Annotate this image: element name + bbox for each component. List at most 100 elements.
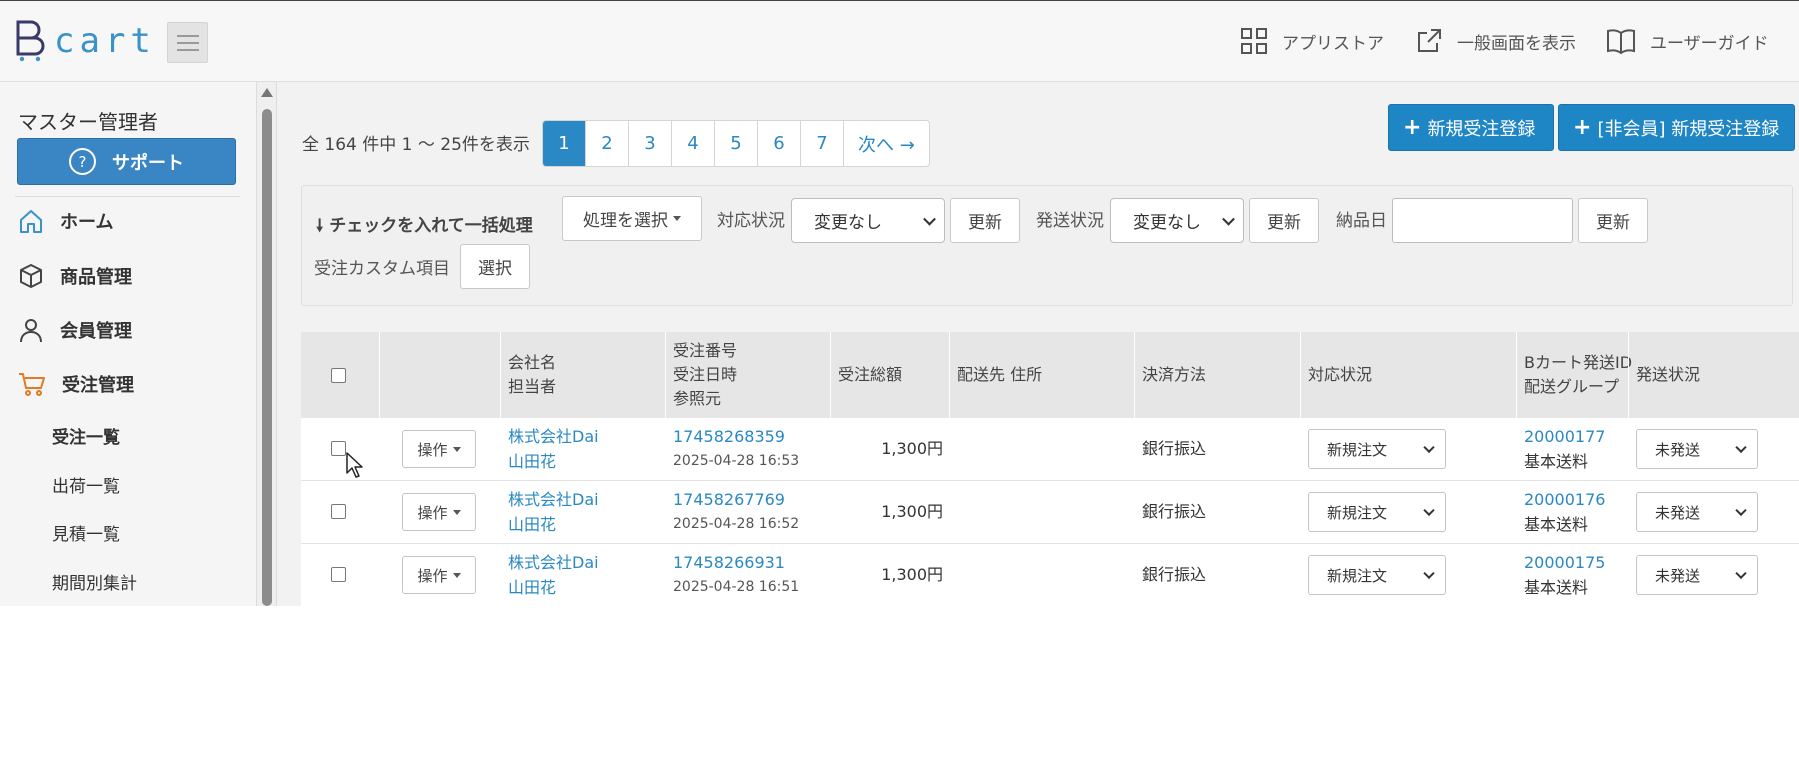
support-button[interactable]: ? サポート: [17, 138, 236, 185]
page-7[interactable]: 7: [801, 121, 844, 166]
arrow-down-icon: 🠗: [316, 216, 324, 236]
row-status-select[interactable]: 新規注文: [1308, 555, 1446, 595]
sidebar-item-orders[interactable]: 受注管理: [18, 367, 134, 401]
row-ship-status-value: 未発送: [1655, 503, 1701, 522]
shipping-update-button[interactable]: 更新: [1249, 198, 1319, 243]
row-status-select[interactable]: 新規注文: [1308, 492, 1446, 532]
caret-down-icon: [452, 572, 461, 578]
row-action-button[interactable]: 操作: [402, 493, 476, 531]
row-action-button[interactable]: 操作: [402, 430, 476, 468]
status-label: 対応状況: [717, 211, 785, 231]
shipping-group: 基本送料: [1524, 515, 1589, 534]
bcart-logo-icon: [16, 20, 45, 62]
sidebar-subitem-period-summary[interactable]: 期間別集計: [52, 569, 137, 594]
sidebar-subitem-shipment-list[interactable]: 出荷一覧: [52, 472, 120, 497]
shipping-id-link[interactable]: 20000177: [1524, 424, 1605, 449]
sidebar-item-products[interactable]: 商品管理: [18, 259, 132, 293]
main-content: 全 164 件中 1 〜 25件を表示 1 2 3 4 5 6 7 次へ → +…: [278, 82, 1799, 606]
delivery-date-input[interactable]: [1392, 198, 1573, 243]
sidebar-subitem-quote-list[interactable]: 見積一覧: [52, 520, 120, 545]
row-checkbox[interactable]: [331, 441, 346, 456]
caret-down-icon: [673, 216, 681, 221]
process-select-dropdown[interactable]: 処理を選択: [562, 196, 702, 241]
order-number-link[interactable]: 17458267769: [673, 487, 799, 512]
next-page[interactable]: 次へ →: [844, 121, 929, 166]
bulk-shipping-select[interactable]: 変更なし: [1110, 198, 1244, 243]
row-action-label: 操作: [417, 440, 448, 459]
sidebar-scrollbar[interactable]: [257, 82, 277, 606]
row-checkbox[interactable]: [331, 567, 346, 582]
bulk-status-value: 変更なし: [814, 213, 882, 233]
new-guest-order-button[interactable]: + [非会員] 新規受注登録: [1558, 104, 1795, 151]
row-checkbox[interactable]: [331, 504, 346, 519]
person-link[interactable]: 山田花: [508, 575, 599, 600]
shipping-id-link[interactable]: 20000175: [1524, 550, 1605, 575]
header-order-no-label: 受注番号: [673, 341, 738, 360]
company-link[interactable]: 株式会社Dai: [508, 424, 599, 449]
company-cell: 株式会社Dai 山田花: [508, 487, 599, 537]
sidebar-item-home[interactable]: ホーム: [18, 204, 113, 238]
order-date: 2025-04-28 16:52: [673, 516, 800, 532]
shipping-id-cell: 20000175 基本送料: [1524, 550, 1605, 600]
sidebar-item-label: 会員管理: [60, 321, 132, 342]
total-cell: 1,300円: [881, 502, 943, 521]
shipping-id-link[interactable]: 20000176: [1524, 487, 1605, 512]
result-count: 全 164 件中 1 〜 25件を表示: [302, 135, 530, 155]
app-store-link[interactable]: アプリストア: [1240, 21, 1384, 61]
person-link[interactable]: 山田花: [508, 449, 599, 474]
bulk-title: 🠗 チェックを入れて一括処理: [316, 211, 533, 242]
header-ship-group-label: 配送グループ: [1524, 377, 1620, 396]
external-link-icon: [1418, 29, 1441, 52]
order-date: 2025-04-28 16:51: [673, 579, 800, 595]
status-update-button[interactable]: 更新: [950, 198, 1020, 243]
scroll-up-arrow-icon[interactable]: [261, 88, 273, 97]
row-status-select[interactable]: 新規注文: [1308, 429, 1446, 469]
logo-text: cart: [54, 21, 156, 61]
row-ship-status-select[interactable]: 未発送: [1636, 492, 1758, 532]
bulk-status-select[interactable]: 変更なし: [791, 198, 945, 243]
row-action-button[interactable]: 操作: [402, 556, 476, 594]
scroll-thumb[interactable]: [262, 109, 272, 606]
payment-cell: 銀行振込: [1142, 565, 1207, 584]
header-total-label: 受注総額: [838, 365, 903, 384]
page-4[interactable]: 4: [672, 121, 715, 166]
chevron-down-icon: [1735, 441, 1747, 454]
plus-icon: +: [1573, 115, 1592, 140]
page-3[interactable]: 3: [629, 121, 672, 166]
shipping-group: 基本送料: [1524, 452, 1589, 471]
select-all-checkbox[interactable]: [331, 368, 346, 383]
page-1[interactable]: 1: [543, 121, 586, 166]
new-order-button[interactable]: + 新規受注登録: [1388, 104, 1554, 151]
row-ship-status-select[interactable]: 未発送: [1636, 555, 1758, 595]
delivery-date-update-button[interactable]: 更新: [1578, 198, 1648, 243]
header-ship-id-label: Bカート発送ID: [1524, 353, 1633, 372]
book-icon: [1607, 29, 1635, 55]
company-link[interactable]: 株式会社Dai: [508, 487, 599, 512]
row-ship-status-select[interactable]: 未発送: [1636, 429, 1758, 469]
company-link[interactable]: 株式会社Dai: [508, 550, 599, 575]
order-number-link[interactable]: 17458266931: [673, 550, 799, 575]
view-public-link[interactable]: 一般画面を表示: [1415, 21, 1576, 61]
header-status-label: 対応状況: [1308, 365, 1373, 384]
bcart-logo[interactable]: cart: [16, 19, 156, 63]
order-number-link[interactable]: 17458268359: [673, 424, 799, 449]
user-guide-link[interactable]: ユーザーガイド: [1606, 21, 1769, 61]
header-company-label: 会社名: [508, 353, 557, 372]
chevron-down-icon: [1423, 567, 1435, 580]
delivery-date-label: 納品日: [1336, 211, 1387, 231]
page-6[interactable]: 6: [758, 121, 801, 166]
sidebar-subitem-order-list[interactable]: 受注一覧: [52, 423, 120, 448]
custom-field-select-button[interactable]: 選択: [460, 244, 530, 289]
row-status-value: 新規注文: [1327, 440, 1388, 459]
view-public-label: 一般画面を表示: [1457, 33, 1576, 54]
person-link[interactable]: 山田花: [508, 512, 599, 537]
user-icon: [20, 319, 42, 343]
row-status-value: 新規注文: [1327, 503, 1388, 522]
page-5[interactable]: 5: [715, 121, 758, 166]
new-order-label: 新規受注登録: [1427, 118, 1536, 140]
menu-toggle-button[interactable]: [167, 22, 208, 63]
shipping-id-cell: 20000177 基本送料: [1524, 424, 1605, 474]
top-header: cart アプリストア 一般画面を表示 ユーザーガイド: [0, 0, 1799, 82]
sidebar-item-members[interactable]: 会員管理: [18, 313, 132, 347]
page-2[interactable]: 2: [586, 121, 629, 166]
